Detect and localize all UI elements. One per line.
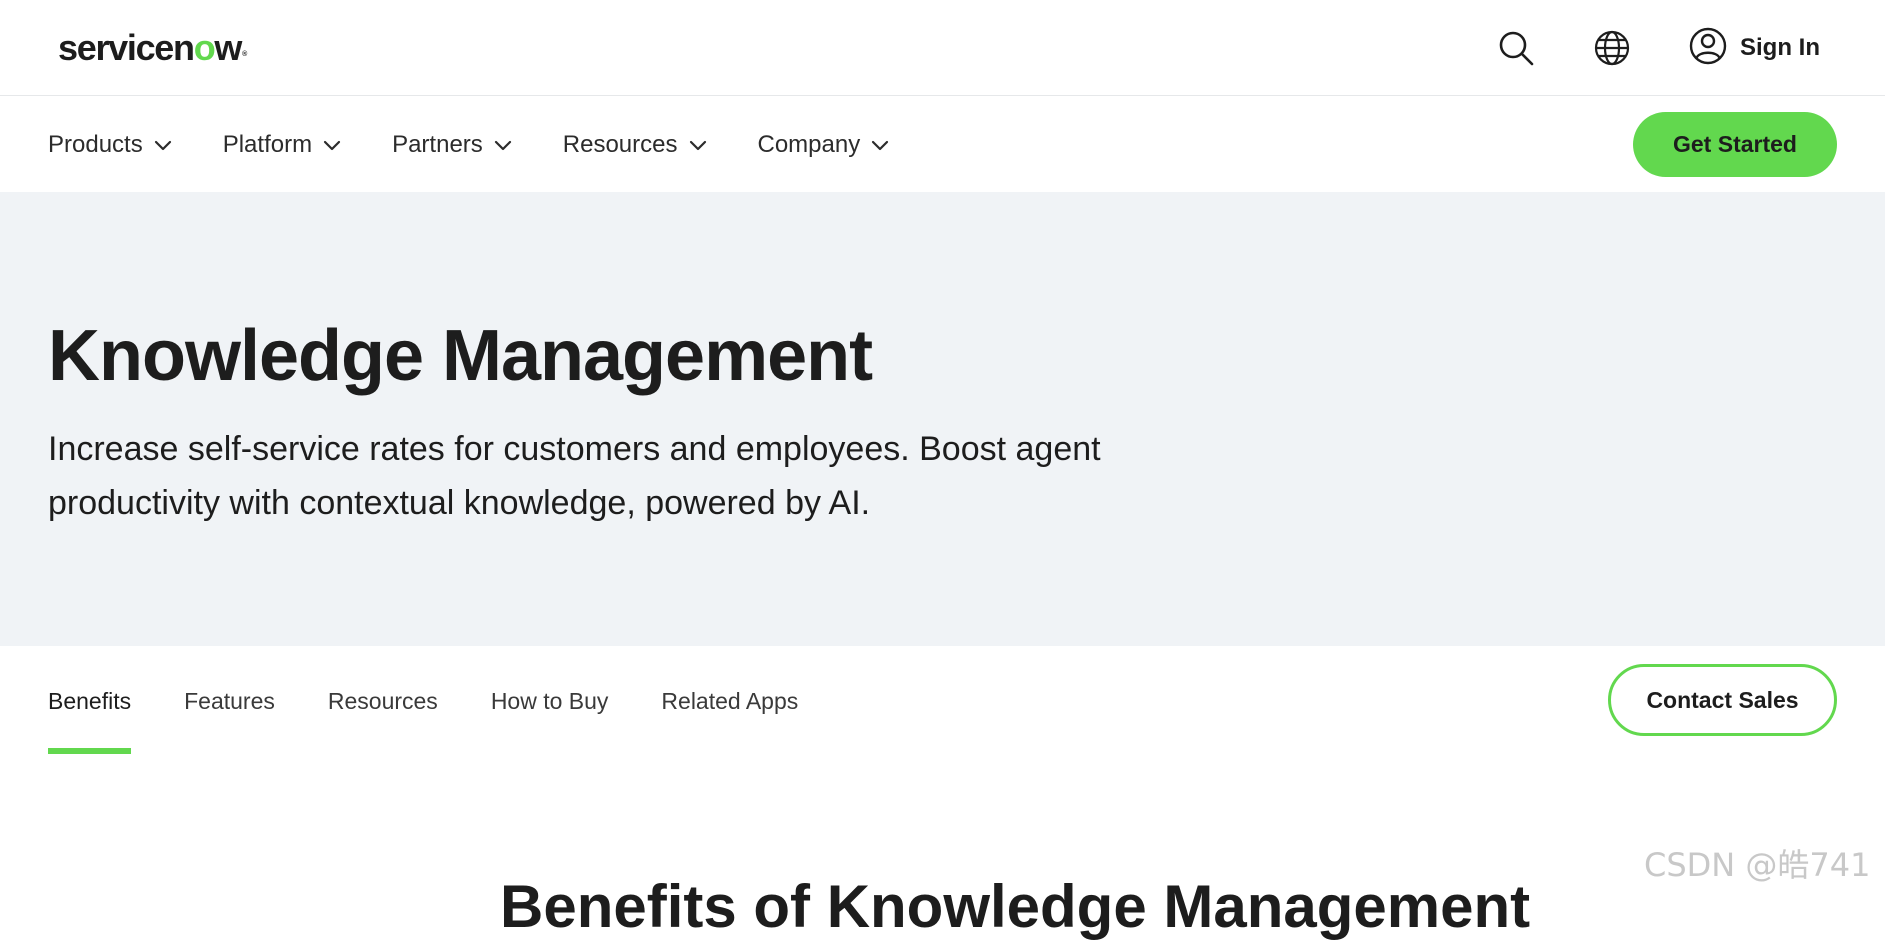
tab-how-to-buy[interactable]: How to Buy — [491, 646, 609, 756]
top-bar: servicenow® Sign In — [0, 0, 1885, 96]
tab-resources[interactable]: Resources — [328, 646, 438, 756]
main-nav: Products Platform Partners Resources Com… — [0, 97, 1885, 192]
logo-text-o: o — [193, 27, 216, 68]
nav-item-resources[interactable]: Resources — [563, 131, 707, 159]
chevron-down-icon — [154, 139, 172, 151]
chevron-down-icon — [871, 139, 889, 151]
logo-text-end: w — [214, 27, 242, 68]
hero-banner: Knowledge Management Increase self-servi… — [0, 192, 1885, 646]
nav-item-label: Products — [48, 130, 143, 158]
logo-registered-mark: ® — [242, 51, 248, 58]
nav-item-label: Company — [757, 130, 861, 158]
servicenow-logo[interactable]: servicenow® — [58, 26, 247, 77]
page-section-nav: Benefits Features Resources How to Buy R… — [0, 646, 1885, 756]
nav-item-company[interactable]: Company — [758, 131, 890, 159]
nav-item-partners[interactable]: Partners — [392, 131, 512, 159]
tab-benefits[interactable]: Benefits — [48, 646, 132, 756]
section-tabs: Benefits Features Resources How to Buy R… — [48, 646, 851, 756]
nav-item-platform[interactable]: Platform — [223, 131, 341, 159]
nav-item-label: Partners — [392, 130, 483, 158]
main-nav-items: Products Platform Partners Resources Com… — [48, 97, 940, 192]
tab-label: Resources — [327, 687, 438, 714]
chevron-down-icon — [689, 139, 707, 151]
chevron-down-icon — [494, 139, 512, 151]
search-icon[interactable] — [1494, 26, 1538, 70]
active-tab-indicator — [48, 748, 132, 754]
tab-label: Features — [184, 687, 275, 714]
globe-icon[interactable] — [1590, 26, 1634, 70]
nav-item-label: Resources — [562, 130, 678, 158]
user-circle-icon — [1688, 26, 1728, 71]
tab-label: Benefits — [48, 687, 132, 714]
sign-in-button[interactable]: Sign In — [1688, 26, 1820, 70]
logo-text-start: servicen — [58, 27, 195, 68]
tab-features[interactable]: Features — [184, 646, 275, 756]
contact-sales-button[interactable]: Contact Sales — [1608, 664, 1837, 736]
nav-item-label: Platform — [222, 130, 313, 158]
watermark-text: CSDN @皓741 — [1644, 846, 1871, 884]
page-title: Knowledge Management — [48, 316, 873, 396]
chevron-down-icon — [323, 139, 341, 151]
tab-label: Related Apps — [661, 687, 799, 714]
tab-related-apps[interactable]: Related Apps — [661, 646, 798, 756]
tab-label: How to Buy — [490, 687, 609, 714]
section-heading: Benefits of Knowledge Management — [500, 873, 1531, 940]
hero-subtitle: Increase self-service rates for customer… — [48, 430, 1101, 522]
sign-in-label: Sign In — [1740, 34, 1820, 61]
nav-item-products[interactable]: Products — [48, 131, 172, 159]
get-started-button[interactable]: Get Started — [1633, 112, 1837, 177]
